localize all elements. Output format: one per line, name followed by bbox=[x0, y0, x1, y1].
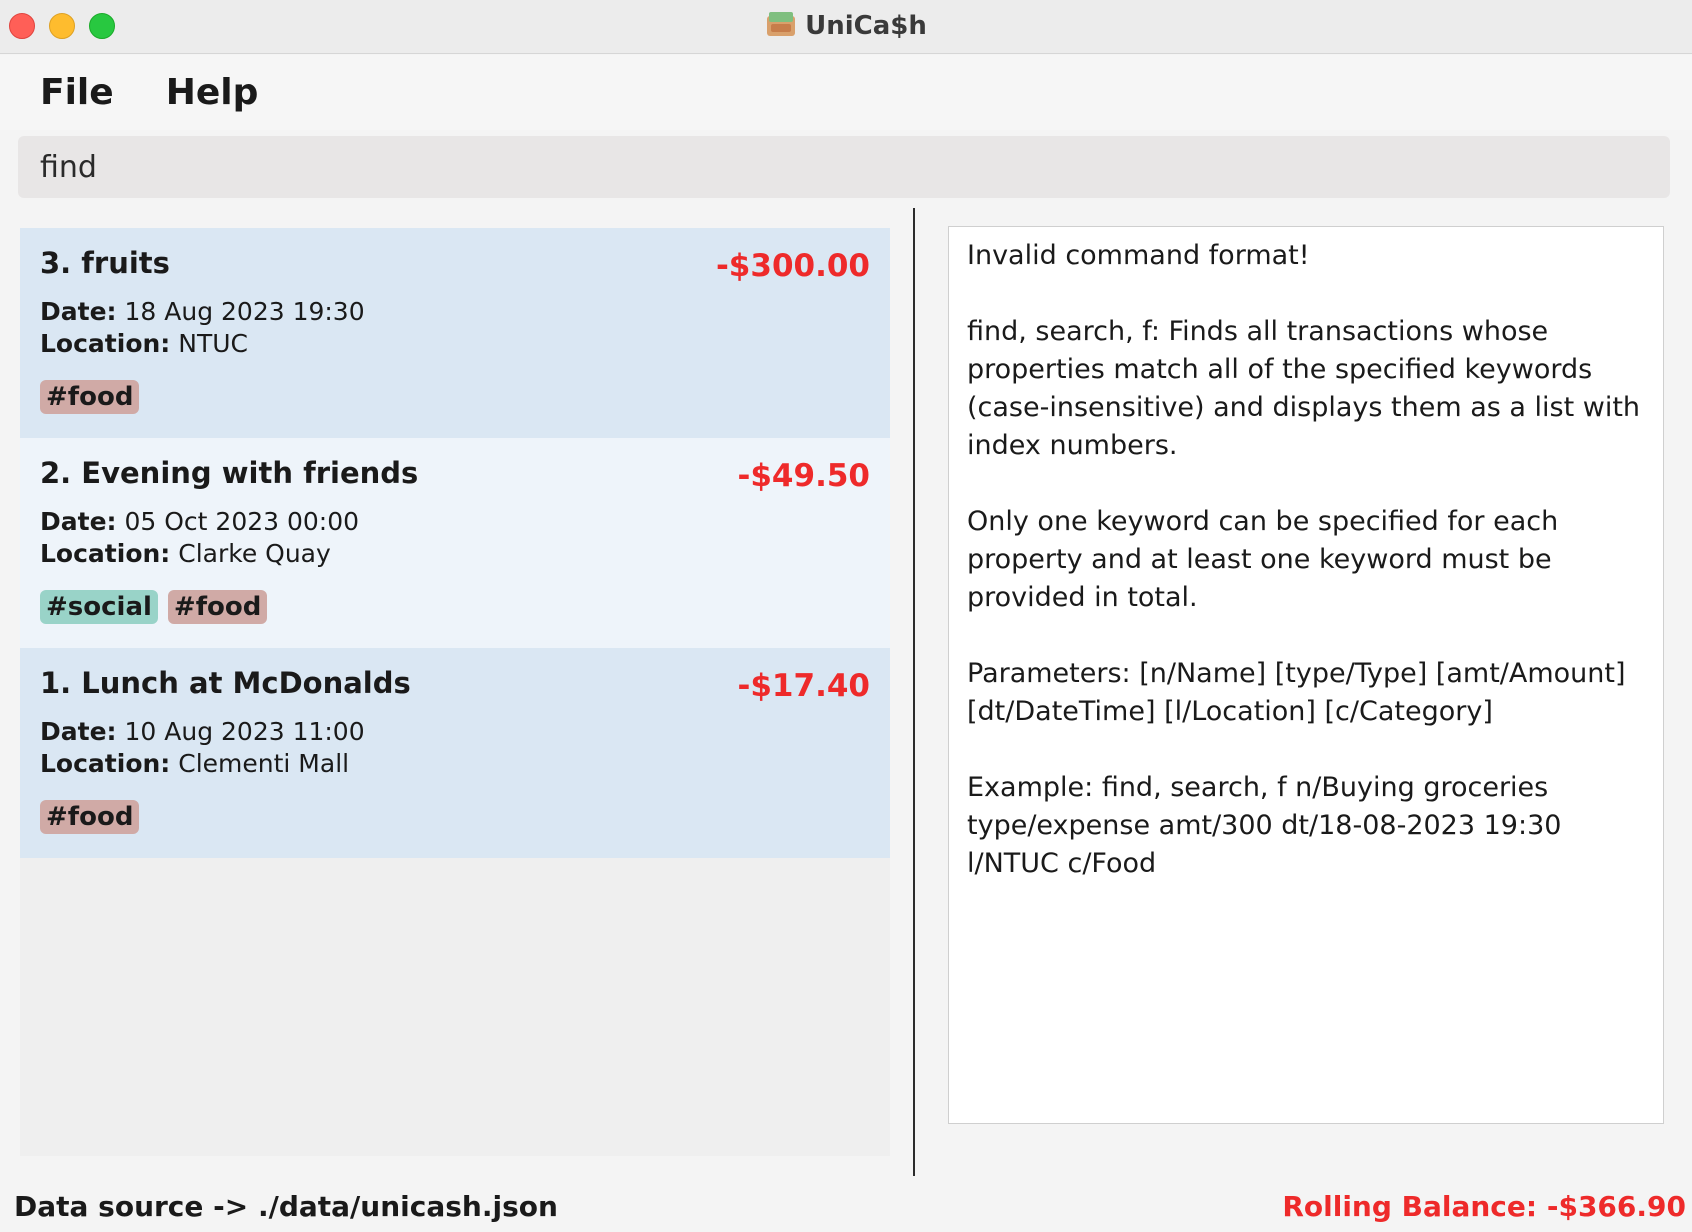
transaction-list[interactable]: 3. fruits -$300.00 Date: 18 Aug 2023 19:… bbox=[20, 228, 890, 1156]
title-bar: UniCa$h bbox=[0, 0, 1692, 54]
transaction-amount: -$49.50 bbox=[737, 458, 871, 494]
location-value: NTUC bbox=[178, 329, 248, 358]
transaction-date: Date: 18 Aug 2023 19:30 bbox=[40, 297, 365, 326]
transaction-card[interactable]: 3. fruits -$300.00 Date: 18 Aug 2023 19:… bbox=[20, 228, 890, 438]
date-value: 05 Oct 2023 00:00 bbox=[124, 507, 360, 536]
tag-food: #food bbox=[167, 590, 268, 624]
transaction-location: Location: NTUC bbox=[40, 329, 248, 358]
tag-food: #food bbox=[40, 380, 140, 414]
location-label: Location: bbox=[40, 329, 171, 358]
rolling-balance: Rolling Balance: -$366.90 bbox=[1282, 1190, 1686, 1223]
menu-help[interactable]: Help bbox=[166, 72, 259, 113]
data-source-path: Data source -> ./data/unicash.json bbox=[14, 1190, 558, 1223]
location-label: Location: bbox=[40, 749, 171, 778]
transaction-date: Date: 10 Aug 2023 11:00 bbox=[40, 717, 365, 746]
tag-list: #food bbox=[40, 800, 140, 834]
transaction-location: Location: Clarke Quay bbox=[40, 539, 331, 568]
transaction-date: Date: 05 Oct 2023 00:00 bbox=[40, 507, 359, 536]
command-input[interactable] bbox=[18, 136, 1670, 198]
transaction-title: 1. Lunch at McDonalds bbox=[40, 666, 411, 700]
date-value: 10 Aug 2023 11:00 bbox=[124, 717, 365, 746]
menu-bar: File Help bbox=[0, 55, 1692, 130]
app-window: UniCa$h File Help 3. fruits -$300.00 Dat… bbox=[0, 0, 1692, 1232]
date-label: Date: bbox=[40, 507, 117, 536]
transaction-card[interactable]: 2. Evening with friends -$49.50 Date: 05… bbox=[20, 438, 890, 648]
result-display[interactable]: Invalid command format! find, search, f:… bbox=[948, 226, 1664, 1124]
tag-list: #social #food bbox=[40, 590, 268, 624]
transaction-card[interactable]: 1. Lunch at McDonalds -$17.40 Date: 10 A… bbox=[20, 648, 890, 858]
transaction-title: 3. fruits bbox=[40, 246, 170, 280]
window-title: UniCa$h bbox=[805, 11, 927, 41]
status-bar: Data source -> ./data/unicash.json Rolli… bbox=[0, 1176, 1692, 1232]
transaction-location: Location: Clementi Mall bbox=[40, 749, 349, 778]
date-label: Date: bbox=[40, 717, 117, 746]
location-value: Clementi Mall bbox=[178, 749, 350, 778]
transaction-amount: -$300.00 bbox=[715, 248, 870, 284]
wallet-icon bbox=[765, 12, 797, 40]
location-label: Location: bbox=[40, 539, 171, 568]
date-value: 18 Aug 2023 19:30 bbox=[124, 297, 365, 326]
date-label: Date: bbox=[40, 297, 117, 326]
transaction-title: 2. Evening with friends bbox=[40, 456, 419, 490]
panel-divider[interactable] bbox=[913, 208, 915, 1176]
tag-social: #social bbox=[40, 590, 158, 624]
tag-food: #food bbox=[40, 800, 140, 834]
transaction-amount: -$17.40 bbox=[737, 668, 871, 704]
title-group: UniCa$h bbox=[0, 8, 1692, 44]
menu-file[interactable]: File bbox=[40, 72, 114, 113]
tag-list: #food bbox=[40, 380, 140, 414]
location-value: Clarke Quay bbox=[178, 539, 331, 568]
